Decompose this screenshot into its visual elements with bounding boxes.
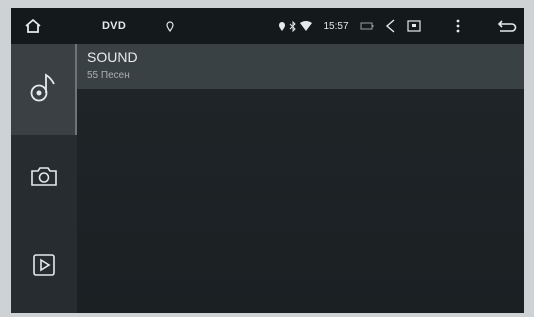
sidebar-item-music[interactable] — [11, 44, 77, 135]
list-item-title: SOUND — [87, 49, 138, 65]
location-icon — [277, 8, 287, 44]
home-icon[interactable] — [19, 8, 47, 44]
sidebar-item-video[interactable] — [11, 221, 77, 313]
app-title: DVD — [101, 20, 127, 32]
device-screen: DVD 15:57 SOUND 55 Песен — [11, 8, 524, 313]
location-icon — [163, 8, 177, 44]
media-list: SOUND 55 Песен — [77, 44, 524, 313]
video-play-icon — [32, 253, 56, 282]
clock: 15:57 — [323, 20, 349, 32]
music-note-icon — [28, 71, 58, 108]
back-icon[interactable] — [496, 8, 518, 44]
sidebar-item-camera[interactable] — [11, 135, 77, 221]
screen-icon[interactable] — [405, 8, 423, 44]
bluetooth-icon — [288, 8, 298, 44]
wifi-icon — [299, 8, 313, 44]
camera-icon — [30, 165, 58, 192]
list-item[interactable]: SOUND 55 Песен — [77, 44, 524, 89]
more-icon[interactable] — [452, 8, 464, 44]
volume-icon[interactable] — [382, 8, 398, 44]
list-item-subtitle: 55 Песен — [87, 70, 130, 81]
sidebar — [11, 44, 77, 313]
battery-icon — [359, 8, 375, 44]
status-bar: DVD 15:57 — [11, 8, 524, 44]
